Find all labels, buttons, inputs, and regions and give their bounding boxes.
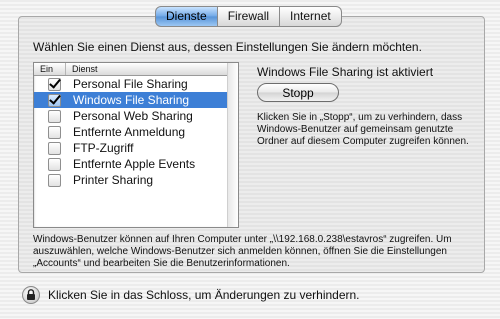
service-enabled-checkbox[interactable] — [48, 93, 61, 107]
tab-dienste[interactable]: Dienste — [155, 6, 218, 27]
table-rows: Personal File Sharing Windows File Sharin… — [34, 76, 238, 188]
tab-internet[interactable]: Internet — [280, 6, 342, 27]
stop-button[interactable]: Stopp — [257, 83, 339, 102]
lock-hint-text: Klicken Sie in das Schloss, um Änderunge… — [48, 288, 360, 302]
tab-bar: Dienste Firewall Internet — [155, 6, 342, 27]
service-row[interactable]: Personal Web Sharing — [34, 108, 238, 124]
service-row[interactable]: Personal File Sharing — [34, 76, 238, 92]
instruction-text: Wählen Sie einen Dienst aus, dessen Eins… — [33, 40, 422, 54]
service-enabled-checkbox[interactable] — [48, 157, 61, 171]
service-enabled-checkbox[interactable] — [48, 173, 61, 187]
lock-icon[interactable] — [22, 286, 40, 304]
help-text: Klicken Sie in „Stopp“, um zu verhindern… — [257, 112, 469, 147]
service-name: Entfernte Apple Events — [73, 157, 196, 171]
service-status: Windows File Sharing ist aktiviert — [257, 65, 434, 79]
service-name: Printer Sharing — [73, 173, 154, 187]
service-name: Windows File Sharing — [73, 93, 190, 107]
service-enabled-checkbox[interactable] — [48, 125, 61, 139]
services-table[interactable]: Ein Dienst Personal File Sharing Windows … — [33, 62, 239, 228]
column-header-dienst[interactable]: Dienst — [66, 63, 98, 75]
table-scrollbar[interactable] — [227, 63, 238, 227]
service-enabled-checkbox[interactable] — [48, 141, 61, 155]
service-name: Entfernte Anmeldung — [73, 125, 186, 139]
service-row[interactable]: Windows File Sharing — [34, 92, 238, 108]
service-enabled-checkbox[interactable] — [48, 109, 61, 123]
padlock-glyph — [27, 289, 35, 300]
service-name: Personal Web Sharing — [73, 109, 193, 123]
service-row[interactable]: Entfernte Anmeldung — [34, 124, 238, 140]
service-row[interactable]: Printer Sharing — [34, 172, 238, 188]
tab-firewall[interactable]: Firewall — [217, 6, 281, 27]
service-row[interactable]: Entfernte Apple Events — [34, 156, 238, 172]
info-text: Windows-Benutzer können auf Ihren Comput… — [33, 234, 452, 269]
service-row[interactable]: FTP-Zugriff — [34, 140, 238, 156]
service-enabled-checkbox[interactable] — [48, 77, 61, 91]
service-name: FTP-Zugriff — [73, 141, 134, 155]
service-name: Personal File Sharing — [73, 77, 188, 91]
column-header-ein[interactable]: Ein — [34, 63, 66, 75]
table-header: Ein Dienst — [34, 63, 238, 76]
